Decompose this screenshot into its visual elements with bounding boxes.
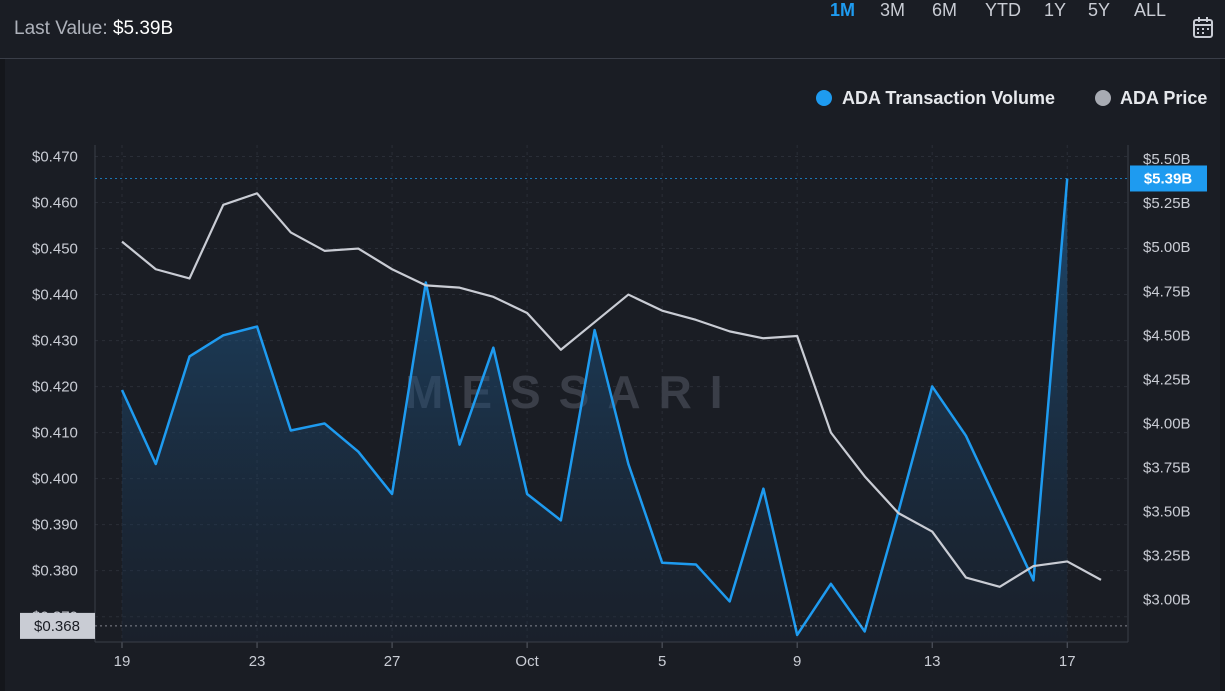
- x-axis-tick: 19: [114, 653, 131, 670]
- x-axis-tick: 9: [793, 653, 801, 670]
- right-axis-tick: $3.25B: [1143, 548, 1191, 565]
- left-axis-tick: $0.470: [32, 149, 78, 166]
- x-axis-tick: 5: [658, 653, 666, 670]
- watermark-text: MESSARI: [405, 366, 741, 418]
- right-axis-tick: $4.00B: [1143, 415, 1191, 432]
- x-axis-tick: 17: [1059, 653, 1076, 670]
- x-axis-tick: 23: [249, 653, 266, 670]
- right-axis-tick: $3.00B: [1143, 592, 1191, 609]
- x-axis-tick: 27: [384, 653, 401, 670]
- left-axis-tick: $0.420: [32, 379, 78, 396]
- left-axis-tick: $0.400: [32, 471, 78, 488]
- right-axis-tick: $4.50B: [1143, 327, 1191, 344]
- left-axis-tick: $0.390: [32, 517, 78, 534]
- volume-badge-text: $5.39B: [1144, 170, 1193, 187]
- left-axis-tick: $0.460: [32, 195, 78, 212]
- left-axis-tick: $0.430: [32, 333, 78, 350]
- left-axis-tick: $0.380: [32, 563, 78, 580]
- x-axis-tick: 13: [924, 653, 941, 670]
- right-axis-tick: $4.25B: [1143, 371, 1191, 388]
- right-axis-tick: $3.75B: [1143, 460, 1191, 477]
- left-axis-tick: $0.440: [32, 287, 78, 304]
- left-axis-tick: $0.450: [32, 241, 78, 258]
- x-axis-tick: Oct: [515, 653, 539, 670]
- left-axis-tick: $0.410: [32, 425, 78, 442]
- right-axis-tick: $5.25B: [1143, 195, 1191, 212]
- right-axis-tick: $3.50B: [1143, 504, 1191, 521]
- right-axis-tick: $4.75B: [1143, 283, 1191, 300]
- price-badge-text: $0.368: [34, 618, 80, 635]
- chart-plot: MESSARI $0.470 $0.460 $0.450 $0.440 $0.430 $0…: [20, 145, 1207, 670]
- right-axis-tick: $5.00B: [1143, 239, 1191, 256]
